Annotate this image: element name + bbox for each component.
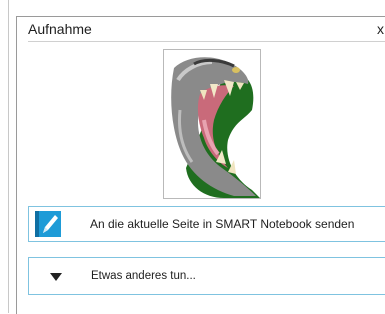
capture-dialog: Aufnahme x An die aktuelle Seite in SMAR… [16,16,385,314]
notebook-pen-icon [35,211,61,237]
close-button[interactable]: x [375,19,385,37]
close-icon[interactable]: x [377,21,384,37]
dialog-title: Aufnahme [28,21,92,37]
send-to-notebook-button[interactable]: An die aktuelle Seite in SMART Notebook … [28,206,385,242]
title-divider [28,41,385,42]
triangle-down-icon [50,273,62,281]
send-to-notebook-label: An die aktuelle Seite in SMART Notebook … [90,217,355,231]
do-something-else-label: Etwas anderes tun... [91,270,196,282]
captured-image [163,49,261,199]
do-something-else-button[interactable]: Etwas anderes tun... [28,257,385,295]
title-bar: Aufnahme x [17,17,385,39]
captured-image-graphic [171,57,260,198]
